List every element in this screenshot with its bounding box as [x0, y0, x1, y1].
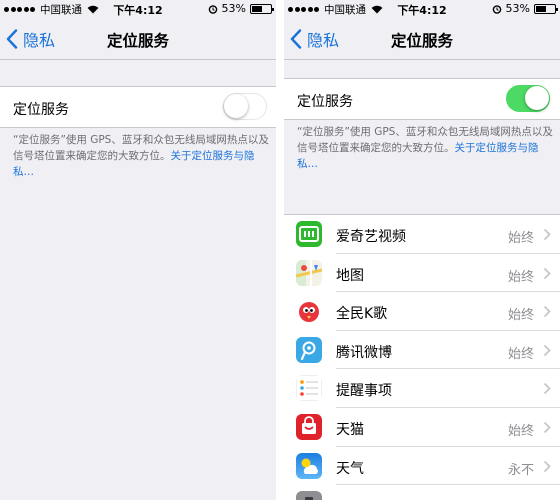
battery-icon [250, 3, 274, 14]
location-services-description: “定位服务”使用 GPS、蓝牙和众包无线局域网热点以及信号塔位置来确定您的大致方… [13, 132, 269, 180]
app-permission: 始终 [507, 269, 534, 285]
status-bar: 中国联通 下午4:12 53% [284, 0, 560, 18]
app-permission: 始终 [507, 423, 534, 439]
right-screen: 中国联通 下午4:12 53% 隐私 定位服务 定位服务 “定位服务”使用 GP… [284, 0, 560, 500]
chevron-right-icon [543, 306, 551, 318]
app-name: 天气 [336, 460, 364, 477]
alarm-icon [492, 4, 501, 14]
app-permission: 始终 [507, 346, 534, 362]
weather-icon [296, 452, 322, 479]
panel-divider [276, 0, 284, 500]
tencent-weibo-icon [296, 336, 322, 363]
toggle-knob [224, 94, 248, 118]
camera-icon [296, 491, 322, 500]
left-screen: 中国联通 下午4:12 53% 隐私 定位服务 定位服务 “定位服务”使用 GP… [0, 0, 276, 500]
alarm-icon [208, 4, 217, 14]
location-services-row: 定位服务 [284, 78, 560, 120]
location-services-toggle[interactable] [506, 85, 550, 112]
kge-icon [296, 298, 322, 325]
app-row-maps[interactable]: 地图 始终 [284, 254, 560, 293]
divider [284, 59, 560, 60]
app-row-kge[interactable]: 全民K歌 始终 [284, 292, 560, 331]
app-name: 全民K歌 [336, 306, 388, 323]
location-services-toggle[interactable] [223, 93, 267, 120]
app-permission: 永不 [507, 462, 534, 478]
app-row-tmall[interactable]: 天猫 始终 [284, 408, 560, 447]
chevron-right-icon [543, 228, 551, 241]
page-title: 定位服务 [106, 32, 169, 50]
chevron-right-icon [543, 267, 551, 279]
app-name: 腾讯微博 [336, 344, 392, 361]
location-services-label: 定位服务 [297, 94, 353, 110]
tmall-icon [296, 413, 322, 440]
app-row-reminders[interactable]: 提醒事项 [284, 369, 560, 408]
app-name: 爱奇艺视频 [336, 229, 406, 245]
chevron-right-icon [543, 383, 551, 395]
app-row-weather[interactable]: 天气 永不 [284, 447, 560, 486]
chevron-right-icon [543, 421, 551, 434]
app-list: 爱奇艺视频 始终 地图 始终 全民K歌 始终 腾讯微博 始终 提醒事项 天猫 始… [284, 214, 560, 500]
maps-icon [296, 259, 322, 286]
app-row-camera[interactable] [284, 485, 560, 500]
navigation-bar: 隐私 定位服务 [0, 18, 276, 60]
app-name: 地图 [336, 267, 364, 284]
reminders-icon [296, 375, 322, 402]
app-name: 提醒事项 [336, 383, 392, 400]
app-permission: 始终 [507, 308, 534, 324]
divider [0, 59, 276, 60]
navigation-bar: 隐私 定位服务 [284, 18, 560, 60]
battery-icon [534, 3, 558, 14]
app-permission: 始终 [507, 231, 534, 246]
chevron-right-icon [543, 460, 551, 472]
status-bar: 中国联通 下午4:12 53% [0, 0, 276, 18]
battery-percent: 53% [505, 2, 530, 15]
app-name: 天猫 [336, 421, 364, 438]
location-services-row: 定位服务 [0, 86, 276, 128]
location-services-label: 定位服务 [13, 102, 69, 118]
location-services-description: “定位服务”使用 GPS、蓝牙和众包无线局域网热点以及信号塔位置来确定您的大致方… [297, 124, 553, 172]
toggle-knob [525, 86, 549, 110]
app-row-iqiyi[interactable]: 爱奇艺视频 始终 [284, 215, 560, 254]
chevron-right-icon [543, 344, 551, 356]
iqiyi-icon [296, 221, 322, 247]
app-row-tencent-weibo[interactable]: 腾讯微博 始终 [284, 331, 560, 370]
battery-percent: 53% [221, 2, 246, 15]
page-title: 定位服务 [390, 32, 453, 50]
